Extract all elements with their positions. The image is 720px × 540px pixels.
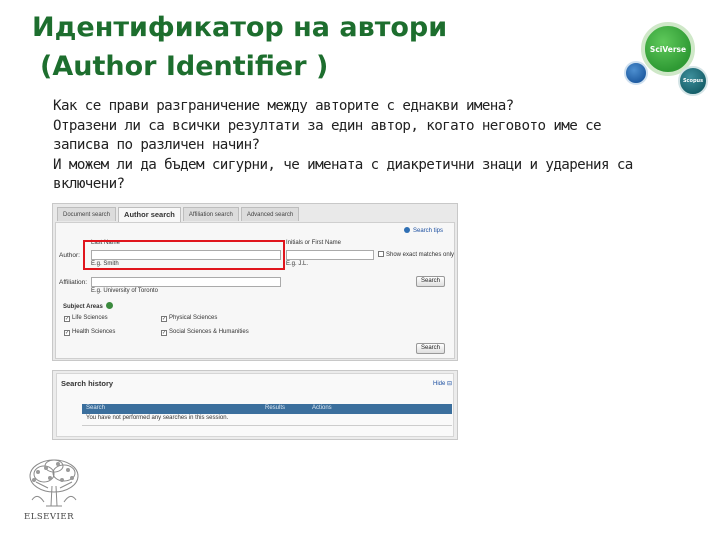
body-line: включени? — [53, 176, 125, 193]
scopus-logo: Scopus — [678, 66, 708, 96]
elsevier-wordmark: ELSEVIER — [24, 512, 74, 522]
exact-match-option[interactable]: Show exact matches only — [378, 251, 454, 258]
tab-author-search[interactable]: Author search — [118, 207, 181, 222]
search-history-title: Search history — [61, 379, 114, 388]
body-line: И можем ли да бъдем сигурни, че имената … — [53, 156, 633, 173]
search-history-header: Search Results Actions — [82, 404, 452, 414]
search-tabs: Document search Author search Affiliatio… — [57, 207, 300, 222]
collapse-icon: ⊟ — [447, 381, 453, 387]
slide-body: Как се прави разграничение между авторит… — [53, 97, 718, 195]
search-tips-link[interactable]: Search tips — [404, 227, 443, 234]
tab-advanced-search[interactable]: Advanced search — [240, 207, 300, 221]
author-label: Author: — [59, 252, 80, 259]
tab-affiliation-search[interactable]: Affiliation search — [182, 207, 239, 221]
search-button[interactable]: Search — [416, 276, 446, 287]
affiliation-label: Affiliation: — [59, 279, 88, 286]
exact-match-checkbox[interactable] — [378, 251, 384, 257]
social-sciences-checkbox[interactable]: ✓ — [161, 330, 167, 336]
subject-physical-sciences[interactable]: ✓ Physical Sciences — [161, 315, 217, 322]
column-results: Results — [265, 405, 286, 411]
initials-hint: E.g. J.L. — [286, 261, 309, 267]
health-sciences-checkbox[interactable]: ✓ — [64, 330, 70, 336]
column-actions: Actions — [312, 405, 332, 411]
sciencedirect-logo-icon — [624, 61, 648, 85]
initials-label: Initials or First Name — [286, 240, 342, 246]
slide-title: Идентификатор на автори (Author Identifi… — [32, 8, 447, 86]
search-history-inner: Search history Hide ⊟ Search Results Act… — [56, 373, 454, 437]
sciverse-logo-text: SciVerse — [649, 44, 687, 54]
help-icon — [404, 227, 410, 233]
subject-social-sciences[interactable]: ✓ Social Sciences & Humanities — [161, 329, 249, 336]
slide-title-line1: Идентификатор на автори — [32, 12, 448, 43]
subject-areas-label: Subject Areas — [63, 302, 113, 310]
author-search-panel: Document search Author search Affiliatio… — [52, 203, 458, 361]
physical-sciences-checkbox[interactable]: ✓ — [161, 316, 167, 322]
subject-health-sciences[interactable]: ✓ Health Sciences — [64, 329, 115, 336]
search-button-bottom[interactable]: Search — [416, 343, 446, 354]
tab-document-search[interactable]: Document search — [57, 207, 117, 221]
affiliation-hint: E.g. University of Toronto — [91, 288, 158, 294]
initials-input[interactable] — [286, 250, 374, 260]
body-line: записва по различен начин? — [53, 137, 260, 154]
body-line: Как се прави разграничение между авторит… — [53, 98, 514, 114]
hide-history-link[interactable]: Hide ⊟ — [433, 380, 452, 387]
search-history-empty-message: You have not performed any searches in t… — [82, 415, 452, 426]
subject-life-sciences[interactable]: ✓ Life Sciences — [64, 315, 108, 322]
affiliation-input[interactable] — [91, 277, 281, 287]
scopus-logo-text: Scopus — [682, 78, 704, 84]
search-history-panel: Search history Hide ⊟ Search Results Act… — [52, 370, 458, 440]
last-name-highlight-box — [83, 240, 285, 270]
life-sciences-checkbox[interactable]: ✓ — [64, 316, 70, 322]
column-search: Search — [86, 405, 106, 411]
slide-title-line2: (Author Identifier ) — [40, 51, 329, 82]
body-line: Отразени ли са всички резултати за един … — [53, 117, 602, 134]
info-icon[interactable] — [105, 302, 113, 309]
